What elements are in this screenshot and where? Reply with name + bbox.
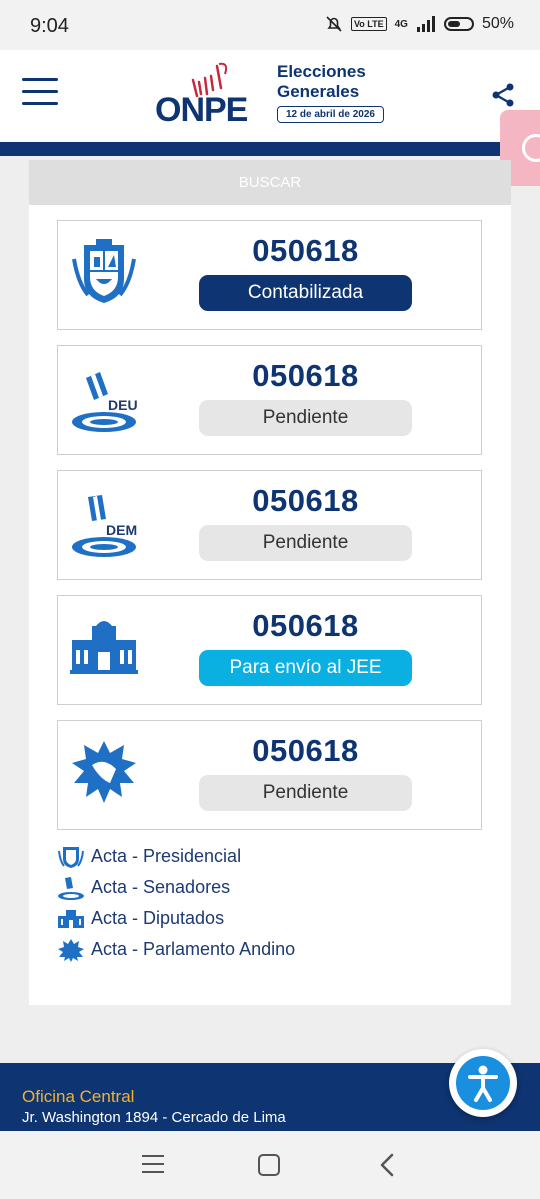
network-type: 4G [394, 18, 408, 30]
title-line-2: Generales [277, 82, 360, 101]
coat-of-arms-icon [72, 239, 136, 303]
legend-label: Acta - Senadores [91, 877, 231, 897]
status-badge: Pendiente [199, 775, 412, 811]
status-badge: Para envío al JEE [199, 650, 412, 686]
battery-icon [443, 17, 474, 31]
back-button[interactable] [378, 1153, 398, 1177]
acta-number: 050618 [252, 733, 359, 768]
status-badge: Contabilizada [199, 275, 412, 311]
search-button[interactable]: BUSCAR [29, 160, 511, 205]
acta-card-diputados[interactable]: 050618 Para envío al JEE [57, 595, 482, 705]
app-header: ONPE Elecciones Generales 12 de abril de… [0, 50, 540, 142]
share-icon[interactable] [490, 82, 516, 108]
acta-card-presidencial[interactable]: 050618 Contabilizada [57, 220, 482, 330]
title-line-1: Elecciones [277, 62, 366, 81]
status-badge: Pendiente [199, 525, 412, 561]
status-icons: Vo LTE 4G 50% [325, 15, 514, 33]
senate-deu-icon: DEU [72, 372, 138, 432]
notifications-off-icon [326, 16, 342, 32]
accessibility-button[interactable] [449, 1049, 517, 1117]
dem-label: DEM [106, 522, 137, 538]
andean-parliament-icon [72, 741, 136, 803]
acta-legend: Acta - Presidencial Acta - Senadores Act… [57, 841, 295, 965]
senate-dem-icon: DEM [72, 495, 137, 557]
recent-apps-button[interactable] [142, 1155, 164, 1175]
acta-card-parlamento-andino[interactable]: 050618 Pendiente [57, 720, 482, 830]
election-date: 12 de abril de 2026 [277, 106, 384, 123]
acta-number: 050618 [252, 233, 359, 268]
system-nav-bar [0, 1131, 540, 1199]
legend-item-parlamento-andino: Acta - Parlamento Andino [57, 934, 295, 965]
status-bar: 9:04 Vo LTE 4G 50% [0, 0, 540, 50]
legend-label: Acta - Parlamento Andino [91, 939, 296, 959]
legend-item-senadores: Acta - Senadores [57, 872, 295, 903]
senate-icon [58, 876, 84, 900]
footer-office-title: Oficina Central [22, 1087, 135, 1106]
hamburger-menu-button[interactable] [22, 78, 58, 108]
congress-building-icon [58, 909, 84, 928]
andean-parliament-icon [58, 938, 84, 962]
status-time: 9:04 [30, 15, 69, 37]
acta-card-senadores-dem[interactable]: DEM 050618 Pendiente [57, 470, 482, 580]
election-title: Elecciones Generales 12 de abril de 2026 [277, 62, 384, 123]
accessibility-icon [456, 1056, 510, 1110]
acta-number: 050618 [252, 483, 359, 518]
battery-level: 50% [481, 15, 514, 32]
acta-card-senadores-deu[interactable]: DEU 050618 Pendiente [57, 345, 482, 455]
coat-of-arms-icon [58, 846, 84, 868]
results-panel: 050618 Contabilizada DEU 050618 Pendient… [29, 205, 511, 1005]
congress-building-icon [70, 621, 138, 674]
deu-label: DEU [108, 397, 138, 413]
legend-item-diputados: Acta - Diputados [57, 903, 295, 934]
legend-label: Acta - Presidencial [91, 846, 242, 866]
logo-text: ONPE [155, 91, 248, 129]
home-button[interactable] [258, 1154, 280, 1176]
status-badge: Pendiente [199, 400, 412, 436]
volte-badge: Vo LTE [350, 17, 387, 31]
onpe-logo: ONPE [155, 60, 265, 130]
legend-item-presidencial: Acta - Presidencial [57, 841, 295, 872]
signal-icon [416, 16, 435, 32]
header-band [0, 142, 540, 156]
acta-number: 050618 [252, 358, 359, 393]
acta-number: 050618 [252, 608, 359, 643]
footer-address: Jr. Washington 1894 - Cercado de Lima [22, 1109, 286, 1126]
legend-label: Acta - Diputados [91, 908, 225, 928]
